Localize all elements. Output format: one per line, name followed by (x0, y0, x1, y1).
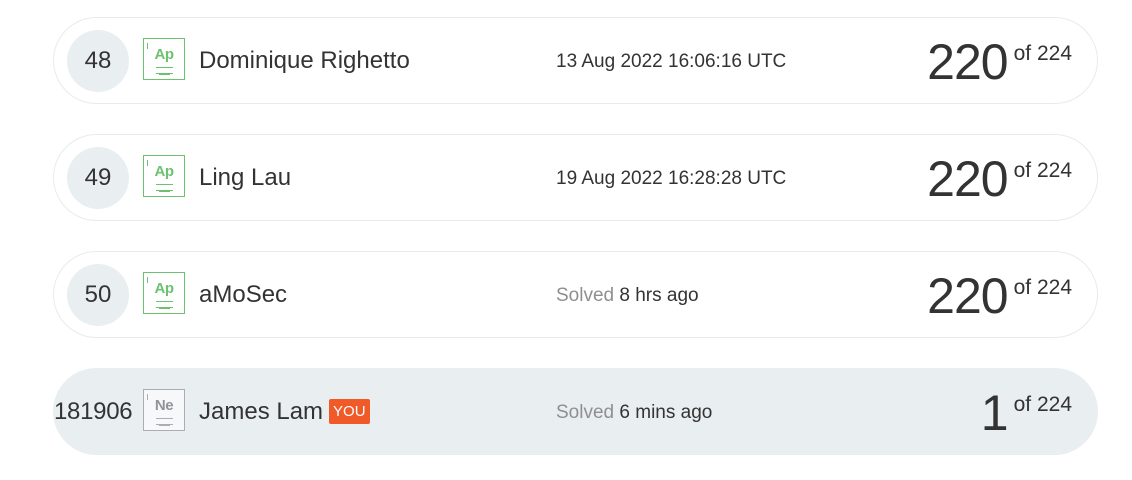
leaderboard-row[interactable]: 49 Ap Ling Lau 19 Aug 2022 16:28:28 UTC … (53, 134, 1098, 221)
score: 1 of 224 (981, 385, 1072, 441)
leaderboard-row[interactable]: 50 Ap aMoSec Solved 8 hrs ago 220 of 224 (53, 251, 1098, 338)
leaderboard-row[interactable]: 48 Ap Dominique Righetto 13 Aug 2022 16:… (53, 17, 1098, 104)
leaderboard: 48 Ap Dominique Righetto 13 Aug 2022 16:… (0, 0, 1132, 480)
score-value: 220 (927, 151, 1008, 207)
score: 220 of 224 (927, 34, 1072, 90)
user-name[interactable]: aMoSec (199, 281, 287, 309)
score-value: 220 (927, 268, 1008, 324)
score-total: of 224 (1013, 42, 1072, 65)
score-value: 1 (980, 385, 1009, 441)
solved-time: Solved 8 hrs ago (556, 285, 699, 306)
score: 220 of 224 (927, 268, 1072, 324)
rank-number: 181906 (54, 398, 133, 425)
leaderboard-row-current-user[interactable]: 181906 Ne James Lam YOU Solved 6 mins ago… (53, 368, 1098, 455)
user-name[interactable]: Dominique Righetto (199, 47, 410, 75)
rank-number: 50 (67, 264, 129, 326)
user-name[interactable]: James Lam YOU (199, 398, 370, 426)
score-total: of 224 (1013, 393, 1072, 416)
level-badge-icon: Ap (143, 38, 185, 80)
user-name[interactable]: Ling Lau (199, 164, 291, 192)
solved-time: 19 Aug 2022 16:28:28 UTC (556, 168, 787, 189)
score-total: of 224 (1013, 276, 1072, 299)
level-badge-symbol: Ne (154, 397, 174, 414)
level-badge-icon: Ap (143, 155, 185, 197)
solved-time: Solved 6 mins ago (556, 402, 713, 423)
level-badge-symbol: Ap (154, 163, 175, 180)
score: 220 of 224 (927, 151, 1072, 207)
rank-number: 49 (67, 147, 129, 209)
rank-number: 48 (67, 30, 129, 92)
level-badge-icon: Ap (143, 272, 185, 314)
level-badge-icon: Ne (143, 389, 185, 431)
level-badge-symbol: Ap (154, 46, 175, 63)
level-badge-symbol: Ap (154, 280, 175, 297)
you-badge: YOU (329, 399, 370, 424)
score-total: of 224 (1013, 159, 1072, 182)
solved-time: 13 Aug 2022 16:06:16 UTC (556, 51, 787, 72)
score-value: 220 (927, 34, 1008, 90)
